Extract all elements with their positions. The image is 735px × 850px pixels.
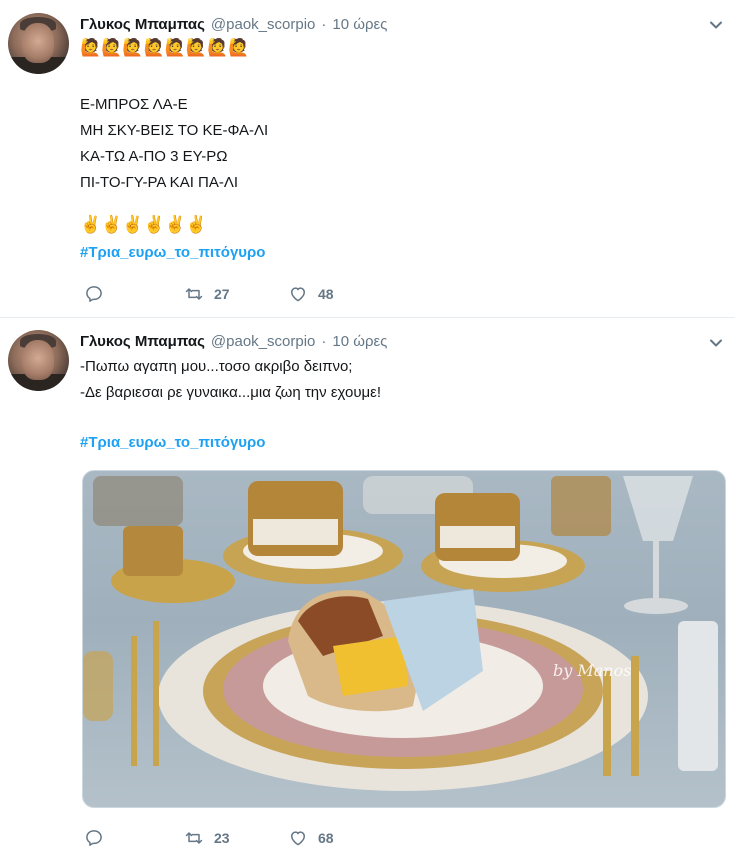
tweet-line: ΜΗ ΣΚΥ-ΒΕΙΣ ΤΟ ΚΕ-ΦΑ-ΛΙ <box>80 122 269 139</box>
chevron-down-icon[interactable] <box>709 18 723 32</box>
retweet-count: 27 <box>214 286 230 302</box>
separator: · <box>321 332 327 350</box>
timestamp[interactable]: 10 ώρες <box>332 333 387 350</box>
tweet-actions: 27 48 <box>84 284 504 306</box>
tweet-text: -Πωπω αγαπη μου...τοσο ακριβο δειπνο; -Δ… <box>80 354 381 406</box>
retweet-button[interactable]: 23 <box>184 828 230 848</box>
like-count: 48 <box>318 286 334 302</box>
tweet-line: ΠΙ-ΤΟ-ΓΥ-ΡΑ ΚΑΙ ΠΑ-ΛΙ <box>80 174 239 191</box>
retweet-icon <box>185 832 203 844</box>
hashtag-link[interactable]: #Τρια_ευρω_το_πιτόγυρο <box>80 434 265 451</box>
dinner-photo: by Manos <box>83 476 718 791</box>
timestamp[interactable]: 10 ώρες <box>332 16 387 33</box>
tweet-image[interactable]: by Manos <box>82 470 726 808</box>
tweet-line: ΚΑ-ΤΩ Α-ΠΟ 3 ΕΥ-ΡΩ <box>80 148 228 165</box>
avatar[interactable] <box>8 13 69 74</box>
emoji-line-bottom: ✌️✌️✌️✌️✌️✌️ <box>80 215 208 234</box>
retweet-button[interactable]: 27 <box>184 284 230 304</box>
like-button[interactable]: 48 <box>288 284 334 304</box>
retweet-icon <box>185 288 203 300</box>
like-button[interactable]: 68 <box>288 828 334 848</box>
tweet-line: -Δε βαριεσαι ρε γυναικα...μια ζωη την εχ… <box>80 384 382 401</box>
author-name[interactable]: Γλυκος Μπαμπας <box>80 333 205 350</box>
tweet-line: Ε-ΜΠΡΟΣ ΛΑ-Ε <box>80 96 188 113</box>
tweet[interactable]: Γλυκος Μπαμπας @paok_scorpio · 10 ώρες -… <box>0 318 735 848</box>
tweet-actions: 23 68 <box>84 828 504 850</box>
author-name[interactable]: Γλυκος Μπαμπας <box>80 16 205 33</box>
reply-button[interactable] <box>84 284 104 304</box>
reply-icon <box>86 830 102 846</box>
separator: · <box>321 15 327 33</box>
tweet[interactable]: Γλυκος Μπαμπας @paok_scorpio · 10 ώρες 🙋… <box>0 0 735 318</box>
tweet-line: -Πωπω αγαπη μου...τοσο ακριβο δειπνο; <box>80 358 353 375</box>
author-handle[interactable]: @paok_scorpio <box>211 16 315 33</box>
image-watermark: by Manos <box>553 661 631 680</box>
chevron-down-icon[interactable] <box>709 336 723 350</box>
like-icon <box>291 831 305 846</box>
like-count: 68 <box>318 830 334 846</box>
reply-icon <box>86 286 102 302</box>
reply-button[interactable] <box>84 828 104 848</box>
author-handle[interactable]: @paok_scorpio <box>211 333 315 350</box>
tweet-header: Γλυκος Μπαμπας @paok_scorpio · 10 ώρες <box>80 331 387 351</box>
hashtag-link[interactable]: #Τρια_ευρω_το_πιτόγυρο <box>80 244 265 261</box>
like-icon <box>291 287 305 302</box>
avatar[interactable] <box>8 330 69 391</box>
tweet-header: Γλυκος Μπαμπας @paok_scorpio · 10 ώρες <box>80 14 387 34</box>
retweet-count: 23 <box>214 830 230 846</box>
tweet-text: Ε-ΜΠΡΟΣ ΛΑ-Ε ΜΗ ΣΚΥ-ΒΕΙΣ ΤΟ ΚΕ-ΦΑ-ΛΙ ΚΑ-… <box>80 92 268 196</box>
emoji-line-top: 🙋🙋🙋🙋🙋🙋🙋🙋 <box>80 38 250 57</box>
